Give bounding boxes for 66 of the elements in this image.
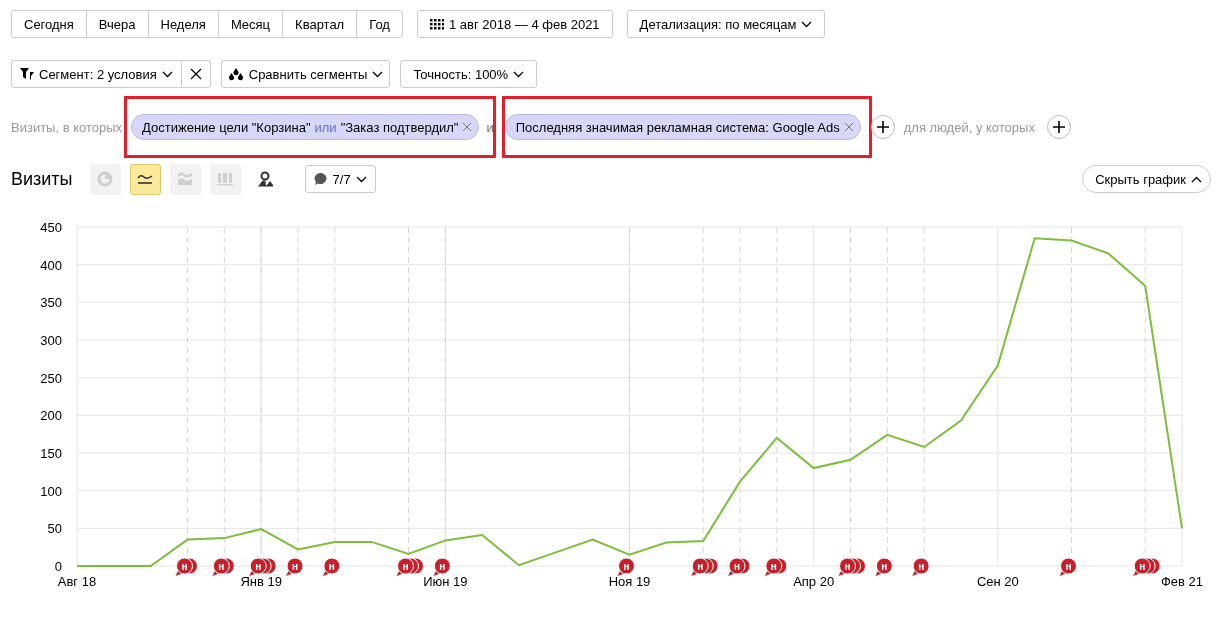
- caret-icon: [513, 70, 525, 78]
- visits-condition-label: Визиты, в которых: [11, 119, 123, 135]
- y-axis-label: 250: [40, 370, 62, 386]
- close-icon: [462, 122, 473, 132]
- x-axis-label: Ноя 19: [608, 574, 651, 589]
- period-tab[interactable]: Год: [356, 10, 403, 38]
- drops-icon: [227, 67, 244, 81]
- clear-segment-button[interactable]: [180, 60, 211, 88]
- y-axis-label: 450: [40, 220, 62, 235]
- hide-chart-button[interactable]: Скрыть график: [1082, 165, 1211, 193]
- bar-chart-icon: [217, 171, 234, 187]
- chart-type-button[interactable]: [129, 163, 161, 195]
- y-axis-label: 300: [40, 333, 62, 348]
- calendar-icon: [429, 18, 444, 30]
- note-marker[interactable]: н: [617, 557, 635, 576]
- pie-chart-icon: [97, 171, 114, 187]
- map-chart-icon: [257, 171, 274, 187]
- x-axis-label: Июн 19: [423, 574, 468, 589]
- plus-icon: [1052, 121, 1065, 133]
- note-marker[interactable]: н: [875, 557, 893, 576]
- speech-bubble-icon: [313, 172, 328, 186]
- close-icon: [843, 122, 854, 132]
- close-icon: [189, 68, 202, 80]
- detail-dropdown[interactable]: Детализация: по месяцам: [626, 10, 826, 38]
- filter-icon: [20, 68, 34, 80]
- segment-dropdown[interactable]: Сегмент: 2 условия: [11, 60, 182, 88]
- caret-icon: [355, 175, 367, 183]
- caret-icon: [372, 70, 384, 78]
- condition-chip[interactable]: Достижение цели "Корзина" или "Заказ подтвердил": [131, 114, 480, 140]
- caret-icon: [161, 70, 173, 78]
- y-axis-label: 0: [54, 559, 62, 574]
- period-tab[interactable]: Квартал: [282, 10, 358, 38]
- y-axis-label: 50: [47, 521, 62, 537]
- x-axis-label: Апр 20: [793, 574, 835, 589]
- y-axis-label: 400: [40, 257, 62, 273]
- period-tab[interactable]: Сегодня: [11, 10, 87, 38]
- add-condition-button[interactable]: [870, 115, 895, 139]
- y-axis-label: 350: [40, 295, 62, 311]
- condition-chip[interactable]: Последняя значимая рекламная система: Google Ads: [504, 114, 861, 140]
- accuracy-dropdown[interactable]: Точность: 100%: [400, 60, 538, 88]
- x-axis-label: Янв 19: [240, 574, 282, 589]
- x-axis-label: Авг 18: [57, 574, 97, 589]
- notes-filter-dropdown[interactable]: 7/7: [304, 165, 376, 193]
- condition-joiner: и: [486, 119, 494, 135]
- period-tab[interactable]: Вчера: [85, 10, 149, 38]
- people-condition-label: для людей, у которых: [903, 119, 1035, 135]
- note-marker[interactable]: н: [912, 557, 930, 576]
- note-marker[interactable]: н: [1059, 557, 1077, 576]
- period-tab[interactable]: Месяц: [217, 10, 284, 38]
- plus-icon: [876, 121, 889, 133]
- date-range-button[interactable]: 1 авг 2018 — 4 фев 2021: [416, 10, 613, 38]
- y-axis-label: 100: [40, 483, 62, 499]
- note-marker[interactable]: н: [322, 557, 341, 576]
- caret-icon: [801, 20, 813, 28]
- note-marker[interactable]: н: [433, 557, 451, 576]
- x-axis-label: Сен 20: [976, 574, 1019, 589]
- caret-icon: [1191, 175, 1202, 183]
- y-axis-label: 200: [40, 408, 62, 424]
- period-tab[interactable]: Неделя: [147, 10, 219, 38]
- compare-segments-dropdown[interactable]: Сравнить сегменты: [220, 60, 391, 88]
- add-people-condition-button[interactable]: [1046, 115, 1071, 139]
- note-marker[interactable]: н: [286, 557, 304, 576]
- y-axis-label: 150: [40, 446, 62, 461]
- x-axis-label: Фев 21: [1160, 574, 1204, 589]
- area-chart-icon: [177, 171, 194, 187]
- chart-title: Визиты: [11, 168, 73, 190]
